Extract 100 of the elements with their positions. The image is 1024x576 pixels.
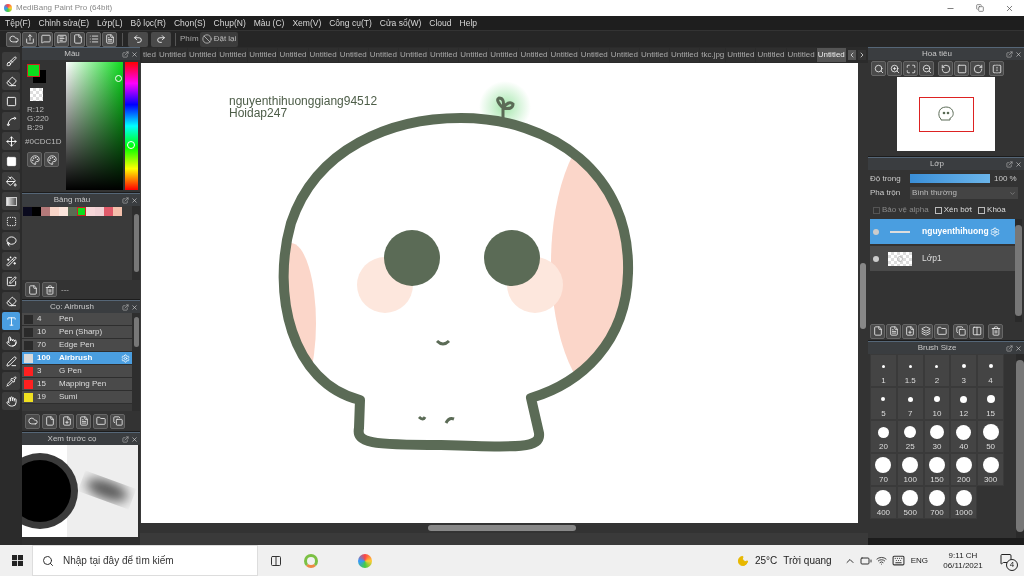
popout-icon[interactable] xyxy=(1006,50,1013,58)
palette-swatch[interactable] xyxy=(86,207,95,216)
brush-size-cell[interactable]: 200 xyxy=(950,453,978,486)
icon-button[interactable] xyxy=(93,413,108,429)
close-icon[interactable] xyxy=(1015,344,1022,352)
popout-icon[interactable] xyxy=(1006,160,1013,168)
notification-button[interactable]: 4 xyxy=(998,550,1018,571)
popout-icon[interactable] xyxy=(1006,344,1013,352)
brush-size-cell[interactable]: 400 xyxy=(870,486,897,519)
palette-swatch[interactable] xyxy=(77,207,86,216)
icon-button[interactable] xyxy=(110,413,125,429)
popout-icon[interactable] xyxy=(122,196,129,204)
menu-item[interactable]: Chụp(N) xyxy=(213,16,246,30)
hue-bar[interactable] xyxy=(125,62,138,190)
clock-date[interactable]: 06/11/2021 xyxy=(943,560,983,571)
palette-swatch[interactable] xyxy=(104,207,113,216)
tool-button[interactable] xyxy=(2,292,20,310)
document-tab[interactable]: tled xyxy=(142,48,157,62)
brush-size-cell[interactable]: 1.5 xyxy=(896,354,924,387)
palette-swatch[interactable] xyxy=(68,207,77,216)
brush-item[interactable]: 15 Mapping Pen xyxy=(22,378,132,391)
document-tab[interactable]: Untitled xyxy=(670,48,700,62)
checkbox[interactable] xyxy=(934,206,942,214)
icon-button[interactable] xyxy=(887,61,902,76)
palette-swatch[interactable] xyxy=(59,207,68,216)
brush-size-cell[interactable]: 30 xyxy=(923,420,951,453)
scrollbar[interactable] xyxy=(1016,354,1024,538)
scroll-left-icon[interactable] xyxy=(848,50,856,60)
tool-button[interactable] xyxy=(2,112,20,130)
brush-size-cell[interactable]: 50 xyxy=(977,420,1004,453)
icon-button[interactable] xyxy=(27,152,42,167)
close-icon[interactable] xyxy=(131,303,138,311)
brush-size-cell[interactable]: 300 xyxy=(977,453,1004,486)
close-icon[interactable] xyxy=(131,196,138,204)
tool-button[interactable] xyxy=(2,72,20,90)
document-tab[interactable]: Untitled xyxy=(308,48,338,62)
tool-button[interactable] xyxy=(2,52,20,70)
icon-button[interactable] xyxy=(76,413,91,429)
close-icon[interactable] xyxy=(1015,160,1022,168)
undo-button[interactable] xyxy=(128,31,148,47)
restore-icon[interactable] xyxy=(976,4,984,12)
icon-button[interactable] xyxy=(42,413,57,429)
brush-size-cell[interactable]: 7 xyxy=(896,387,924,420)
document-tab[interactable]: Untitled xyxy=(459,48,489,62)
icon-button[interactable] xyxy=(988,323,1003,339)
menu-item[interactable]: Tệp(F) xyxy=(5,16,31,30)
document-tab[interactable]: Untitled xyxy=(519,48,549,62)
palette-swatch[interactable] xyxy=(23,207,32,216)
icon-button[interactable] xyxy=(903,61,918,76)
palette-swatch[interactable] xyxy=(41,207,50,216)
brush-size-cell[interactable]: 25 xyxy=(896,420,924,453)
scrollbar[interactable] xyxy=(132,206,140,280)
popout-icon[interactable] xyxy=(122,50,129,58)
transparent-swatch[interactable] xyxy=(30,88,43,101)
brush-size-cell[interactable]: 2 xyxy=(923,354,951,387)
icon-button[interactable] xyxy=(25,282,40,297)
document-tab[interactable]: tkc.jpg xyxy=(700,48,726,62)
brush-item[interactable]: 3 G Pen xyxy=(22,365,132,378)
tool-button[interactable] xyxy=(2,152,20,170)
brush-size-cell[interactable]: 20 xyxy=(870,420,897,453)
icon-button[interactable] xyxy=(54,31,69,47)
brush-item[interactable]: 10 Pen (Sharp) xyxy=(22,326,132,339)
taskbar-app-icon[interactable] xyxy=(358,553,372,568)
palette-swatch[interactable] xyxy=(95,207,104,216)
visibility-icon[interactable] xyxy=(873,255,879,262)
wifi-icon[interactable] xyxy=(875,555,887,566)
checkbox[interactable] xyxy=(978,206,986,214)
palette-swatch[interactable] xyxy=(32,207,41,216)
palette-swatch[interactable] xyxy=(113,207,122,216)
popout-icon[interactable] xyxy=(122,303,129,311)
scroll-right-icon[interactable] xyxy=(858,50,866,60)
icon-button[interactable] xyxy=(954,61,969,76)
brush-size-cell[interactable]: 15 xyxy=(977,387,1004,420)
document-tab[interactable]: Untitled xyxy=(188,48,218,62)
icon-button[interactable] xyxy=(6,31,21,47)
tool-button[interactable] xyxy=(2,232,20,250)
brush-size-cell[interactable]: 3 xyxy=(950,354,978,387)
brush-item[interactable]: 19 Sumi xyxy=(22,391,132,404)
close-icon[interactable] xyxy=(131,435,138,443)
icon-button[interactable] xyxy=(870,323,885,339)
menu-item[interactable]: Bộ lọc(R) xyxy=(130,16,166,30)
close-icon[interactable] xyxy=(1015,50,1022,58)
menu-item[interactable]: Chỉnh sửa(E) xyxy=(38,16,90,30)
language-indicator[interactable]: ENG xyxy=(910,554,928,567)
icon-button[interactable] xyxy=(938,61,953,76)
document-tab[interactable]: Untitled xyxy=(157,48,188,62)
document-tab[interactable]: Untitled xyxy=(726,48,756,62)
document-tab[interactable]: Untitled xyxy=(368,48,398,62)
brush-item[interactable]: 4 Pen xyxy=(22,313,132,326)
vertical-scrollbar[interactable] xyxy=(858,63,868,523)
option-checkbox[interactable]: Xén bớt xyxy=(934,204,973,216)
menu-item[interactable]: Lớp(L) xyxy=(97,16,123,30)
brush-size-cell[interactable]: 100 xyxy=(896,453,924,486)
popout-icon[interactable] xyxy=(122,435,129,443)
icon-button[interactable] xyxy=(42,282,57,297)
icon-button[interactable] xyxy=(918,323,933,339)
menu-item[interactable]: Công cụ(T) xyxy=(329,16,372,30)
brush-size-cell[interactable]: 70 xyxy=(870,453,897,486)
icon-button[interactable] xyxy=(871,61,886,76)
tool-button[interactable] xyxy=(2,172,20,190)
